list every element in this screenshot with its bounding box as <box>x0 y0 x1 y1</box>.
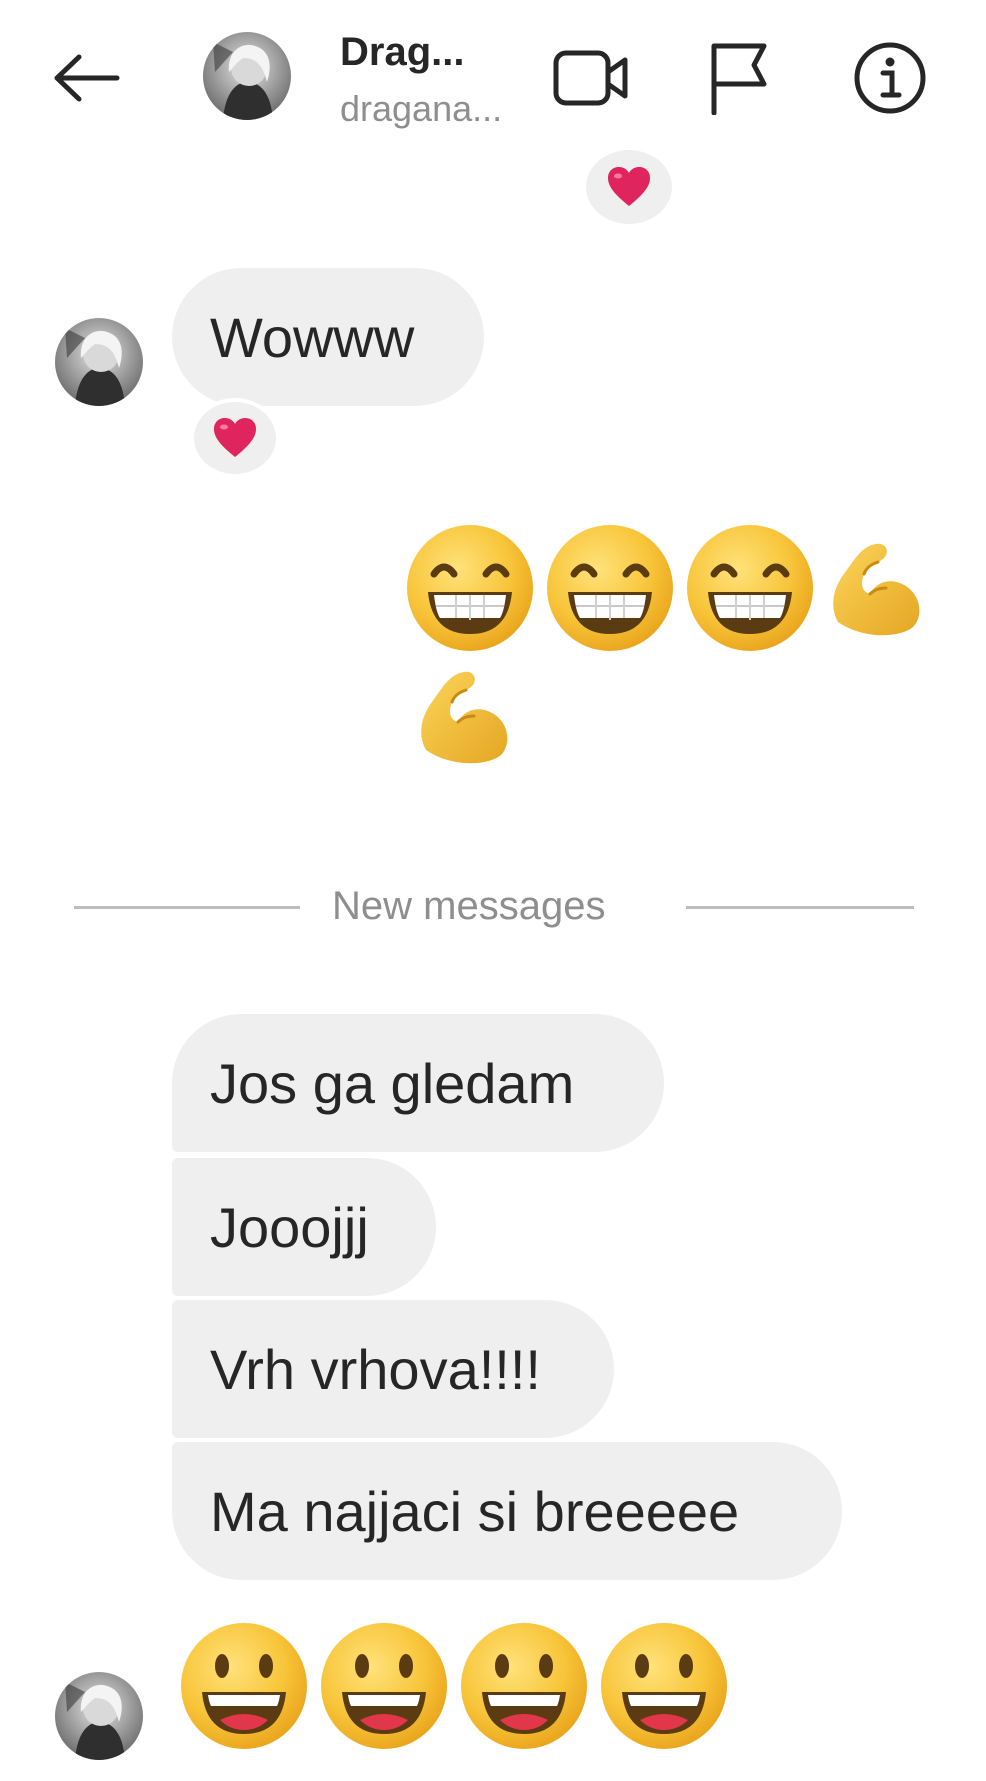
message-text: Wowww <box>210 305 415 369</box>
back-arrow-icon <box>54 54 120 102</box>
message-bubble[interactable]: Ma najjaci si breeeee <box>172 1442 842 1580</box>
sent-emoji-message[interactable] <box>404 522 932 654</box>
heart-icon <box>214 418 256 457</box>
flag-icon <box>711 43 767 115</box>
message-reaction[interactable] <box>190 398 280 478</box>
new-messages-divider: New messages <box>332 884 606 928</box>
divider-line-left <box>74 906 300 909</box>
sender-avatar[interactable] <box>55 318 143 406</box>
grinning-face-icon <box>687 525 813 651</box>
divider-line-right <box>686 906 914 909</box>
contact-handle[interactable]: dragana... <box>340 88 502 130</box>
grinning-face-icon <box>547 525 673 651</box>
video-call-icon <box>553 50 628 106</box>
grinning-face-icon <box>407 525 533 651</box>
info-button[interactable] <box>852 40 928 116</box>
heart-icon <box>608 167 650 206</box>
message-text: Jooojjj <box>210 1195 369 1259</box>
message-text: Ma najjaci si breeeee <box>210 1479 740 1543</box>
smiling-face-icon <box>181 1623 307 1749</box>
message-text: Jos ga gledam <box>210 1051 575 1115</box>
sender-avatar[interactable] <box>55 1672 143 1760</box>
info-icon <box>854 42 926 114</box>
message-bubble[interactable]: Jooojjj <box>172 1158 436 1296</box>
report-button[interactable] <box>704 38 774 118</box>
message-bubble[interactable]: Wowww <box>172 268 484 406</box>
contact-name[interactable]: Drag... <box>340 30 464 75</box>
chat-header: Drag... dragana... <box>0 0 986 160</box>
message-text: Vrh vrhova!!!! <box>210 1337 541 1401</box>
smiling-face-icon <box>461 1623 587 1749</box>
smiling-face-icon <box>321 1623 447 1749</box>
back-button[interactable] <box>48 46 124 110</box>
message-reaction[interactable] <box>582 146 676 228</box>
flexed-biceps-icon <box>833 543 920 636</box>
sent-emoji-message-line2[interactable] <box>412 662 520 775</box>
received-emoji-message[interactable] <box>178 1620 730 1752</box>
message-bubble[interactable]: Vrh vrhova!!!! <box>172 1300 614 1438</box>
message-bubble[interactable]: Jos ga gledam <box>172 1014 664 1152</box>
video-call-button[interactable] <box>552 40 632 116</box>
smiling-face-icon <box>601 1623 727 1749</box>
contact-avatar[interactable] <box>203 32 291 120</box>
flexed-biceps-icon <box>421 671 508 764</box>
